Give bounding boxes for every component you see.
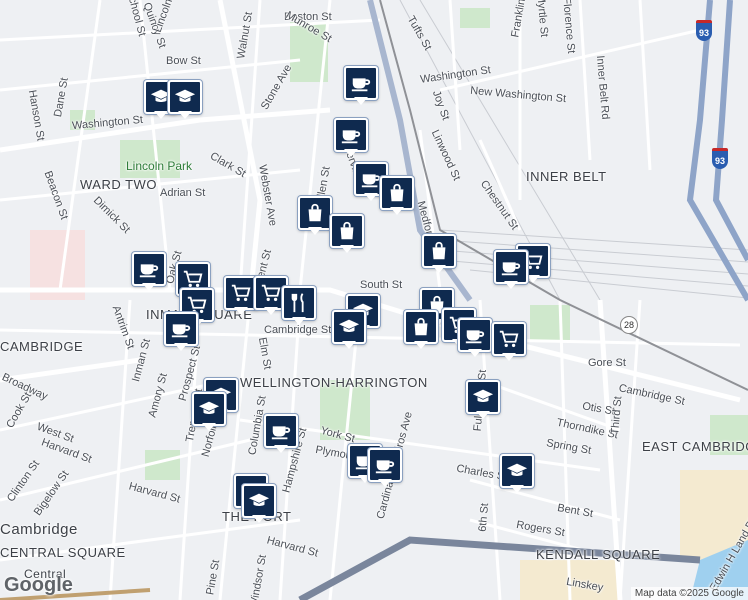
map-view[interactable]: Boston St Munroe St Walnut St Bow St Qui… [0, 0, 748, 600]
marker-pointer [292, 317, 306, 325]
marker-pointer [342, 341, 356, 349]
street-label: Cambridge St [264, 324, 332, 336]
map-attribution[interactable]: Map data ©2025 Google [630, 587, 748, 600]
area-label: WELLINGTON-HARRINGTON [240, 375, 428, 390]
restaurant-marker[interactable] [282, 286, 316, 326]
marker-pointer [340, 245, 354, 253]
coffee-cup-icon [501, 262, 521, 276]
shopping-cart-icon [183, 270, 203, 288]
shopping-marker[interactable] [298, 196, 332, 236]
cafe-marker[interactable] [344, 66, 378, 106]
area-label: Cambridge [0, 521, 78, 538]
area-label: WARD TWO [80, 177, 157, 192]
street-label: South St [360, 279, 403, 291]
marker-pointer [274, 445, 288, 453]
grocery-marker[interactable] [224, 276, 258, 316]
school-marker[interactable] [500, 454, 534, 494]
shopping-bag-icon [308, 203, 322, 222]
shopping-marker[interactable] [330, 214, 364, 254]
shopping-bag-icon [432, 241, 446, 260]
coffee-cup-icon [351, 78, 371, 92]
coffee-cup-icon [341, 130, 361, 144]
school-marker[interactable] [192, 392, 226, 432]
marker-pointer [202, 423, 216, 431]
park-label: Lincoln Park [126, 159, 193, 173]
shopping-marker[interactable] [380, 176, 414, 216]
grocery-marker[interactable] [492, 322, 526, 362]
cafe-marker[interactable] [264, 414, 298, 454]
marker-pointer [344, 149, 358, 157]
coffee-cup-icon [139, 264, 159, 278]
shopping-cart-icon [261, 284, 281, 302]
route-shield: 28 [620, 316, 638, 334]
marker-pointer [468, 349, 482, 357]
coffee-cup-icon [271, 426, 291, 440]
marker-pointer [178, 111, 192, 119]
interstate-shield: 93 [712, 148, 728, 169]
marker-pointer [364, 193, 378, 201]
shopping-cart-icon [231, 284, 251, 302]
fork-knife-icon [291, 293, 304, 313]
park-area [460, 8, 490, 28]
coffee-cup-icon [171, 324, 191, 338]
marker-pointer [264, 307, 278, 315]
street-label: Bow St [166, 55, 201, 67]
graduation-cap-icon [174, 89, 196, 103]
marker-pointer [378, 479, 392, 487]
cafe-marker[interactable] [334, 118, 368, 158]
park-area [530, 305, 570, 340]
shopping-bag-icon [340, 221, 354, 240]
street-label: Gore St [588, 357, 626, 369]
cafe-marker[interactable] [132, 252, 166, 292]
graduation-cap-icon [472, 389, 494, 403]
shopping-bag-icon [390, 183, 404, 202]
area-label: CENTRAL SQUARE [0, 545, 126, 560]
marker-pointer [252, 515, 266, 523]
marker-pointer [390, 207, 404, 215]
marker-pointer [510, 485, 524, 493]
marker-pointer [432, 265, 446, 273]
marker-pointer [526, 275, 540, 283]
cafe-marker[interactable] [494, 250, 528, 290]
shopping-bag-icon [414, 317, 428, 336]
marker-pointer [308, 227, 322, 235]
marker-pointer [502, 353, 516, 361]
marker-pointer [234, 307, 248, 315]
google-logo: Google [4, 574, 73, 596]
graduation-cap-icon [338, 319, 360, 333]
marker-pointer [154, 111, 168, 119]
street-label: Adrian St [160, 187, 206, 199]
interstate-shield: 93 [696, 20, 712, 41]
school-marker[interactable] [332, 310, 366, 350]
marker-pointer [354, 97, 368, 105]
marker-pointer [476, 411, 490, 419]
coffee-cup-icon [465, 330, 485, 344]
area-label: EAST CAMBRIDGE [642, 439, 748, 454]
shopping-cart-icon [499, 330, 519, 348]
cafe-marker[interactable] [368, 448, 402, 488]
cafe-marker[interactable] [458, 318, 492, 358]
marker-pointer [142, 283, 156, 291]
area-label: KENDALL SQUARE [536, 547, 661, 562]
school-marker[interactable] [168, 80, 202, 120]
coffee-cup-icon [375, 460, 395, 474]
school-marker[interactable] [242, 484, 276, 524]
shopping-marker[interactable] [422, 234, 456, 274]
cafe-marker[interactable] [164, 312, 198, 352]
shopping-marker[interactable] [404, 310, 438, 350]
marker-pointer [504, 281, 518, 289]
graduation-cap-icon [506, 463, 528, 477]
school-marker[interactable] [466, 380, 500, 420]
graduation-cap-icon [248, 493, 270, 507]
marker-pointer [414, 341, 428, 349]
area-label: CAMBRIDGE [0, 339, 84, 354]
coffee-cup-icon [361, 174, 381, 188]
graduation-cap-icon [198, 401, 220, 415]
marker-pointer [174, 343, 188, 351]
area-label: INNER BELT [526, 169, 607, 184]
